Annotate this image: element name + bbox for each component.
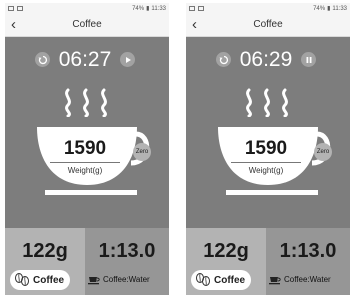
weight-value: 1590 [244, 138, 288, 159]
cup-saucer-icon [269, 277, 281, 285]
bottom-panel: 122g Coffee 1:13.0 Coffee:Water [5, 228, 169, 295]
phone-screen-1: 74% ▮ 11:33 ‹ Coffee 06:27 1590 Weight(g… [5, 3, 169, 295]
ratio-mode[interactable]: Coffee:Water [269, 274, 331, 285]
play-icon [125, 56, 131, 63]
battery-text: 74% [313, 5, 326, 12]
notification-icon [8, 6, 14, 11]
weight-label: Weight(g) [67, 166, 103, 175]
app-bar: ‹ Coffee [5, 14, 169, 37]
battery-icon: ▮ [146, 6, 150, 12]
zero-button[interactable]: Zero [314, 143, 332, 161]
notification-icon [17, 6, 23, 11]
pause-button[interactable] [301, 52, 316, 67]
ratio-mode[interactable]: Coffee:Water [88, 274, 150, 285]
notification-icon [198, 6, 204, 11]
status-time: 11:33 [332, 5, 347, 12]
timer-row: 06:29 [186, 47, 350, 73]
pause-icon [306, 56, 311, 63]
weight-value: 1590 [63, 138, 107, 159]
app-bar: ‹ Coffee [186, 14, 350, 37]
coffee-panel[interactable]: 122g Coffee [5, 228, 85, 295]
battery-icon: ▮ [327, 6, 331, 12]
ratio-label: Coffee:Water [103, 275, 150, 284]
bottom-panel: 122g Coffee 1:13.0 Coffee:Water [186, 228, 350, 295]
ratio-panel[interactable]: 1:13.0 Coffee:Water [266, 228, 350, 295]
timer-row: 06:27 [5, 47, 169, 73]
ratio-value: 1:13.0 [279, 240, 337, 262]
steam-icon [65, 88, 107, 117]
timer-display: 06:27 [58, 48, 112, 71]
saucer [226, 190, 318, 195]
coffee-weight: 122g [203, 240, 249, 262]
ratio-panel[interactable]: 1:13.0 Coffee:Water [85, 228, 169, 295]
coffee-mode-button[interactable]: Coffee [10, 270, 70, 290]
page-title: Coffee [253, 19, 283, 30]
battery-text: 74% [132, 5, 145, 12]
page-title: Coffee [72, 19, 102, 30]
reset-button[interactable] [35, 52, 50, 67]
coffee-mode-label: Coffee [33, 274, 65, 286]
status-bar: 74% ▮ 11:33 [186, 3, 350, 14]
ratio-value: 1:13.0 [98, 240, 156, 262]
coffee-beans-icon [15, 273, 29, 286]
divider [231, 162, 301, 163]
cup-saucer-icon [88, 277, 100, 285]
notification-icon [189, 6, 195, 11]
timer-display: 06:29 [239, 48, 293, 71]
saucer [45, 190, 137, 195]
status-bar: 74% ▮ 11:33 [5, 3, 169, 14]
coffee-weight: 122g [22, 240, 68, 262]
reset-icon [219, 55, 228, 64]
zero-button[interactable]: Zero [133, 143, 151, 161]
coffee-beans-icon [196, 273, 210, 286]
reset-icon [38, 55, 47, 64]
ratio-label: Coffee:Water [284, 275, 331, 284]
steam-icon [246, 88, 288, 117]
reset-button[interactable] [216, 52, 231, 67]
weight-label: Weight(g) [248, 166, 284, 175]
status-time: 11:33 [151, 5, 166, 12]
divider [50, 162, 120, 163]
coffee-panel[interactable]: 122g Coffee [186, 228, 266, 295]
coffee-mode-label: Coffee [214, 274, 246, 286]
phone-screen-2: 74% ▮ 11:33 ‹ Coffee 06:29 1590 Weight(g… [186, 3, 350, 295]
coffee-mode-button[interactable]: Coffee [191, 270, 251, 290]
play-button[interactable] [120, 52, 135, 67]
